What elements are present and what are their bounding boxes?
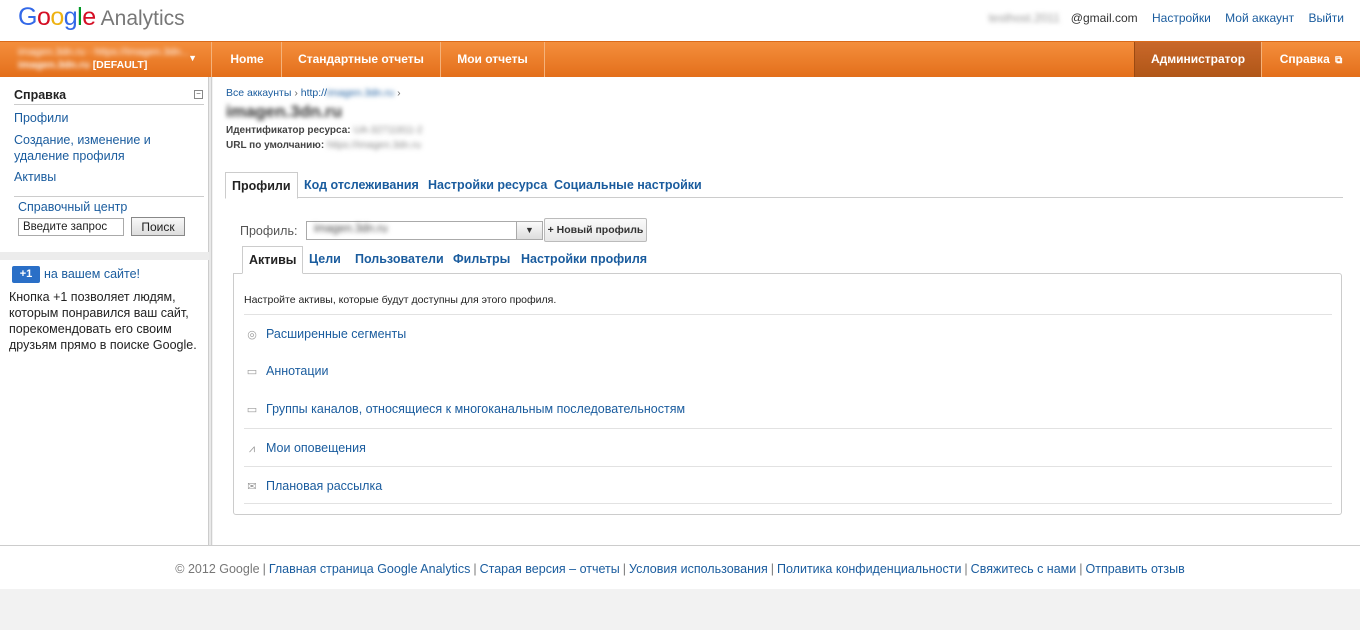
breadcrumb-site[interactable]: http://imagen.3dn.ru xyxy=(301,87,394,99)
plus-one-description: Кнопка +1 позволяет людям, которым понра… xyxy=(9,290,197,352)
nav-home[interactable]: Home xyxy=(213,42,282,77)
tab-resource-settings[interactable]: Настройки ресурса xyxy=(428,172,547,198)
nav-help[interactable]: Справка ⧉ xyxy=(1262,42,1360,77)
user-email: testhost.2011 @gmail.com xyxy=(988,11,1138,25)
footer-link-home[interactable]: Главная страница Google Analytics xyxy=(269,562,471,576)
help-search-input[interactable] xyxy=(18,218,124,236)
sidebar-link-create-profile[interactable]: Создание, изменение и удаление профиля xyxy=(14,132,164,164)
asset-link-annotations[interactable]: Аннотации xyxy=(266,364,328,378)
main-navigation: imagen.3dn.ru - https://imagen.3dn... im… xyxy=(0,41,1360,77)
footer-link-feedback[interactable]: Отправить отзыв xyxy=(1086,562,1185,576)
page-background xyxy=(0,589,1360,630)
resource-id: Идентификатор ресурса: UA-32711811-2 xyxy=(226,125,423,136)
tab-filters[interactable]: Фильтры xyxy=(453,246,510,273)
tab-profile-settings[interactable]: Настройки профиля xyxy=(521,246,647,273)
resource-tabs: Профили Код отслеживания Настройки ресур… xyxy=(225,172,1343,199)
footer-link-old-version[interactable]: Старая версия – отчеты xyxy=(480,562,620,576)
profile-label: Профиль: xyxy=(240,224,298,238)
copyright: © 2012 Google xyxy=(175,562,260,576)
google-analytics-logo[interactable]: Google Analytics xyxy=(18,3,185,32)
google-plus-one-icon[interactable]: +1 xyxy=(12,266,40,283)
page-title: imagen.3dn.ru xyxy=(226,102,343,121)
tab-tracking-code[interactable]: Код отслеживания xyxy=(304,172,419,198)
asset-link-segments[interactable]: Расширенные сегменты xyxy=(266,327,406,341)
footer-links: © 2012 Google | Главная страница Google An… xyxy=(175,562,1185,576)
sidebar-title: Справка xyxy=(14,88,204,105)
sidebar-separator xyxy=(0,252,209,260)
footer: © 2012 Google | Главная страница Google An… xyxy=(0,545,1360,589)
sidebar-link-assets[interactable]: Активы xyxy=(14,169,194,185)
asset-link-channel-groups[interactable]: Группы каналов, относящиеся к многоканал… xyxy=(266,402,685,416)
footer-link-terms[interactable]: Условия использования xyxy=(629,562,768,576)
my-account-link[interactable]: Мой аккаунт xyxy=(1225,11,1294,25)
help-center-link[interactable]: Справочный центр xyxy=(18,200,127,214)
tab-assets[interactable]: Активы xyxy=(242,246,304,274)
asset-link-alerts[interactable]: Мои оповещения xyxy=(266,441,366,455)
tab-goals[interactable]: Цели xyxy=(309,246,341,273)
collapse-icon[interactable]: − xyxy=(194,90,203,99)
channel-group-icon: ▭ xyxy=(246,404,258,416)
account-links: testhost.2011 @gmail.com Настройки Мой ак… xyxy=(967,11,1344,25)
sidebar: Справка − Профили Создание, изменение и … xyxy=(0,77,209,545)
mail-icon: ✉ xyxy=(247,481,257,493)
list-item[interactable]: ◎ Расширенные сегменты xyxy=(244,314,1332,352)
list-item[interactable]: ✉ Плановая рассылка xyxy=(244,466,1332,504)
nav-admin[interactable]: Администратор xyxy=(1134,42,1262,77)
list-item[interactable]: ▭ Группы каналов, относящиеся к многокан… xyxy=(244,390,1332,428)
top-header: Google Analytics testhost.2011 @gmail.com … xyxy=(0,0,1360,41)
profile-dropdown[interactable]: imagen.3dn.ru ▼ xyxy=(306,221,543,240)
tab-profiles[interactable]: Профили xyxy=(225,172,298,199)
new-profile-button[interactable]: + Новый профиль xyxy=(544,218,647,242)
asset-link-scheduled-emails[interactable]: Плановая рассылка xyxy=(266,479,382,493)
sign-out-link[interactable]: Выйти xyxy=(1308,11,1344,25)
assets-panel: Настройте активы, которые будут доступны… xyxy=(233,273,1342,515)
tab-users[interactable]: Пользователи xyxy=(355,246,444,273)
account-selector[interactable]: imagen.3dn.ru - https://imagen.3dn... im… xyxy=(0,42,212,77)
footer-link-privacy[interactable]: Политика конфиденциальности xyxy=(777,562,961,576)
chevron-down-icon: ▼ xyxy=(188,53,197,63)
plus-one-link[interactable]: на вашем сайте! xyxy=(44,267,140,281)
tab-social-settings[interactable]: Социальные настройки xyxy=(554,172,702,198)
list-item[interactable]: ▭ Аннотации xyxy=(244,352,1332,390)
breadcrumb-all-accounts[interactable]: Все аккаунты xyxy=(226,87,291,99)
annotation-icon: ▭ xyxy=(246,366,258,378)
external-link-icon: ⧉ xyxy=(1335,55,1343,66)
list-item[interactable]: ⩘ Мои оповещения xyxy=(244,428,1332,466)
segment-icon: ◎ xyxy=(247,329,257,341)
profile-tabs: Активы Цели Пользователи Фильтры Настрой… xyxy=(242,246,1342,274)
sidebar-link-profiles[interactable]: Профили xyxy=(14,110,194,126)
help-search-button[interactable]: Поиск xyxy=(131,217,185,236)
nav-standard-reports[interactable]: Стандартные отчеты xyxy=(282,42,441,77)
nav-my-reports[interactable]: Мои отчеты xyxy=(441,42,545,77)
default-url: URL по умолчанию: https://imagen.3dn.ru xyxy=(226,140,421,151)
divider xyxy=(14,196,204,197)
alert-icon: ⩘ xyxy=(248,443,256,455)
sidebar-resize-handle[interactable] xyxy=(209,77,212,545)
panel-description: Настройте активы, которые будут доступны… xyxy=(244,294,557,306)
breadcrumb: Все аккаунты › http://imagen.3dn.ru › xyxy=(226,87,401,99)
footer-link-contact[interactable]: Свяжитесь с нами xyxy=(971,562,1077,576)
chevron-down-icon[interactable]: ▼ xyxy=(516,222,542,239)
settings-link[interactable]: Настройки xyxy=(1152,11,1211,25)
main-content: Все аккаунты › http://imagen.3dn.ru › im… xyxy=(213,77,1360,545)
